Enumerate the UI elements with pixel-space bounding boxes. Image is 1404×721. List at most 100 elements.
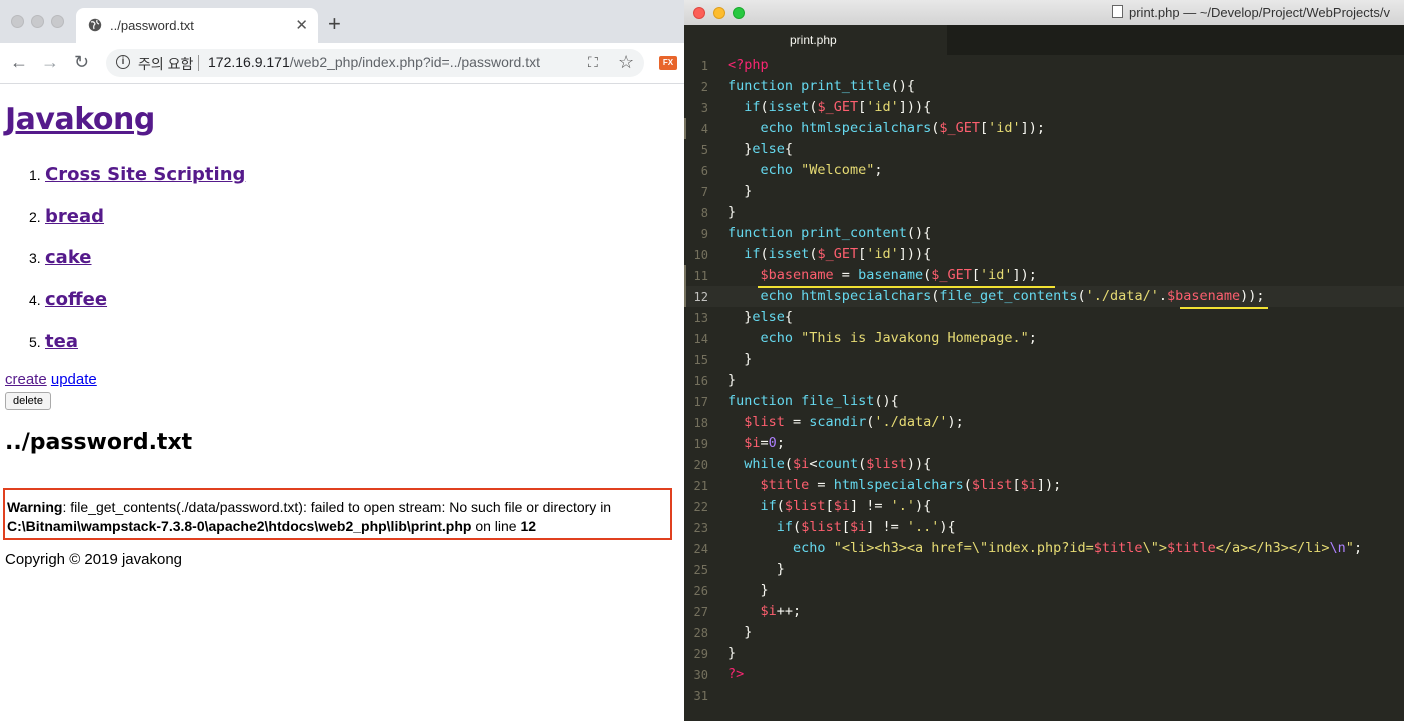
code-line: } bbox=[728, 582, 769, 598]
list-number: 1. bbox=[29, 167, 41, 183]
back-arrow-icon[interactable]: ← bbox=[10, 51, 28, 73]
url-host: 172.16.9.171 bbox=[208, 54, 290, 70]
code-line: } bbox=[728, 372, 737, 388]
code-editor-window: print.php — ~/Develop/Project/WebProject… bbox=[684, 0, 1404, 721]
code-line: if(isset($_GET['id'])){ bbox=[744, 99, 932, 115]
list-number: 5. bbox=[29, 334, 41, 350]
topic-link-coffee[interactable]: coffee bbox=[45, 289, 107, 310]
code-line: echo "<li><h3><a href=\"index.php?id=$ti… bbox=[793, 540, 1363, 556]
line-number: 20 bbox=[693, 458, 708, 472]
basename-underline-annotation bbox=[758, 286, 1055, 288]
code-line: if($list[$i] != '..'){ bbox=[776, 519, 956, 535]
topic-link-cake[interactable]: cake bbox=[45, 247, 92, 268]
php-warning-box: Warning: file_get_contents(./data/passwo… bbox=[3, 488, 672, 540]
line-number: 7 bbox=[700, 185, 708, 199]
editor-window-title: print.php — ~/Develop/Project/WebProject… bbox=[1112, 5, 1390, 20]
list-number: 3. bbox=[29, 250, 41, 266]
list-item: 3. cake bbox=[29, 247, 92, 268]
reload-icon[interactable]: ↻ bbox=[74, 51, 89, 73]
page-heading: ../password.txt bbox=[5, 430, 193, 455]
line-number: 12 bbox=[693, 290, 708, 304]
editor-tab-print-php[interactable]: print.php bbox=[684, 25, 947, 55]
code-line: $i=0; bbox=[744, 435, 785, 451]
topic-link-cross-site-scripting[interactable]: Cross Site Scripting bbox=[45, 164, 245, 185]
line-number: 14 bbox=[693, 332, 708, 346]
code-line: } bbox=[728, 645, 737, 661]
code-line: } bbox=[728, 624, 753, 640]
warning-message: : file_get_contents(./data/password.txt)… bbox=[62, 499, 612, 515]
browser-toolbar: ← → ↻ i 주의 요함 172.16.9.171/web2_php/inde… bbox=[0, 43, 684, 84]
close-window-button[interactable] bbox=[11, 15, 24, 28]
code-line: }else{ bbox=[728, 309, 794, 325]
address-divider bbox=[198, 55, 199, 71]
code-line: if($list[$i] != '.'){ bbox=[760, 498, 932, 514]
code-line: $list = scandir('./data/'); bbox=[744, 414, 964, 430]
warning-on-line: on line bbox=[471, 518, 521, 534]
minimize-window-button[interactable] bbox=[31, 15, 44, 28]
bookmark-star-icon[interactable]: ☆ bbox=[618, 52, 634, 73]
minimize-window-button[interactable] bbox=[713, 7, 725, 19]
url-path: /web2_php/index.php?id=../password.txt bbox=[289, 54, 540, 70]
page-content: Javakong 1. Cross Site Scripting 2. bread … bbox=[0, 84, 684, 721]
line-number: 2 bbox=[700, 80, 708, 94]
line-number: 31 bbox=[693, 689, 708, 703]
code-line: $basename = basename($_GET['id']); bbox=[760, 267, 1037, 283]
site-title-link[interactable]: Javakong bbox=[5, 102, 155, 137]
info-icon[interactable]: i bbox=[116, 55, 130, 69]
forward-arrow-icon[interactable]: → bbox=[41, 51, 59, 73]
extension-icon[interactable]: FX bbox=[659, 56, 677, 70]
editor-tab-bar: print.php bbox=[684, 25, 1404, 55]
list-item: 5. tea bbox=[29, 331, 78, 352]
line-number: 1 bbox=[700, 59, 708, 73]
line-number: 24 bbox=[693, 542, 708, 556]
footer-copyright: Copyrigh © 2019 javakong bbox=[5, 551, 182, 568]
code-line: while($i<count($list)){ bbox=[744, 456, 932, 472]
line-number: 15 bbox=[693, 353, 708, 367]
code-line: $i++; bbox=[760, 603, 802, 619]
address-bar[interactable]: i 주의 요함 172.16.9.171/web2_php/index.php?… bbox=[106, 49, 644, 77]
code-line: $title = htmlspecialchars($list[$i]); bbox=[760, 477, 1062, 493]
url-text[interactable]: 172.16.9.171/web2_php/index.php?id=../pa… bbox=[208, 54, 540, 70]
code-line: }else{ bbox=[728, 141, 794, 157]
line-number: 25 bbox=[693, 563, 708, 577]
line-number: 9 bbox=[700, 227, 708, 241]
line-number: 17 bbox=[693, 395, 708, 409]
zoom-window-button[interactable] bbox=[733, 7, 745, 19]
tab-title: ../password.txt bbox=[110, 18, 194, 33]
code-line: function print_content(){ bbox=[728, 225, 932, 241]
line-number: 8 bbox=[700, 206, 708, 220]
line-number: 4 bbox=[700, 122, 708, 136]
list-item: 1. Cross Site Scripting bbox=[29, 164, 245, 185]
editor-title-bar: print.php — ~/Develop/Project/WebProject… bbox=[684, 0, 1404, 26]
browser-tab-bar: ../password.txt ✕ + bbox=[0, 0, 684, 43]
line-number: 16 bbox=[693, 374, 708, 388]
code-line: function print_title(){ bbox=[728, 78, 915, 94]
list-item: 2. bread bbox=[29, 206, 104, 227]
line-number: 21 bbox=[693, 479, 708, 493]
list-item: 4. coffee bbox=[29, 289, 107, 310]
close-tab-icon[interactable]: ✕ bbox=[295, 16, 308, 34]
code-line: } bbox=[728, 204, 737, 220]
basename-var-underline-annotation bbox=[1180, 307, 1268, 309]
line-number: 18 bbox=[693, 416, 708, 430]
security-warning-label[interactable]: 주의 요함 bbox=[138, 54, 193, 74]
delete-button[interactable]: delete bbox=[5, 392, 51, 410]
code-line: <?php bbox=[728, 57, 769, 73]
list-number: 2. bbox=[29, 209, 41, 225]
zoom-window-button[interactable] bbox=[51, 15, 64, 28]
translate-icon[interactable]: ⛶ bbox=[588, 54, 598, 71]
warning-file: C:\Bitnami\wampstack-7.3.8-0\apache2\htd… bbox=[7, 518, 472, 534]
create-link[interactable]: create bbox=[5, 371, 47, 388]
topic-link-bread[interactable]: bread bbox=[45, 206, 104, 227]
line-number: 10 bbox=[693, 248, 708, 262]
code-line: echo "Welcome"; bbox=[760, 162, 883, 178]
new-tab-button[interactable]: + bbox=[328, 13, 341, 35]
close-window-button[interactable] bbox=[693, 7, 705, 19]
browser-tab[interactable]: ../password.txt ✕ bbox=[76, 8, 318, 43]
topic-link-tea[interactable]: tea bbox=[45, 331, 78, 352]
update-link[interactable]: update bbox=[51, 371, 97, 388]
window-title-text: print.php — ~/Develop/Project/WebProject… bbox=[1129, 5, 1390, 20]
line-number: 23 bbox=[693, 521, 708, 535]
line-number: 28 bbox=[693, 626, 708, 640]
globe-icon bbox=[88, 18, 102, 32]
